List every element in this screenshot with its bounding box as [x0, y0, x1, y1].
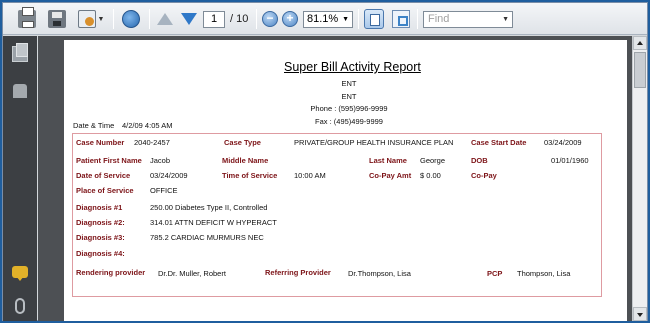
printer-icon — [18, 7, 36, 28]
toolbar-separator — [149, 9, 150, 29]
chevron-down-icon: ▼ — [502, 16, 509, 23]
date-of-service-label: Date of Service — [76, 171, 131, 180]
first-name-label: Patient First Name — [76, 156, 142, 165]
fax-line: Fax : (495)499-9999 — [315, 117, 383, 126]
find-input[interactable]: Find ▼ — [423, 11, 513, 28]
zoom-out-icon: − — [262, 11, 278, 27]
case-number-value: 2040-2457 — [134, 138, 170, 147]
copay-amt-value: $ 0.00 — [420, 171, 441, 180]
save-icon — [48, 10, 66, 28]
toolbar-separator — [113, 9, 114, 29]
globe-icon — [122, 10, 140, 28]
web-button[interactable] — [119, 8, 143, 30]
org-line-2: ENT — [341, 92, 357, 101]
attachment-icon[interactable] — [15, 298, 25, 314]
datetime-label: Date & Time — [73, 121, 115, 130]
diagnosis-2-value: 314.01 ATTN DEFICIT W HYPERACT — [150, 218, 277, 227]
scroll-thumb[interactable] — [634, 52, 646, 88]
case-start-label: Case Start Date — [471, 138, 527, 147]
page-total: / 10 — [230, 13, 249, 25]
copay-amt-label: Co-Pay Amt — [369, 171, 412, 180]
scroll-up-button[interactable] — [633, 36, 647, 50]
fit-page-button[interactable] — [362, 8, 386, 30]
diagnosis-1-label: Diagnosis #1 — [76, 203, 123, 212]
rendering-provider-value: Dr.Dr. Muller, Robert — [158, 269, 226, 278]
previous-page-button[interactable] — [155, 8, 175, 30]
zoom-select[interactable]: 81.1% ▼ — [303, 11, 353, 28]
zoom-out-button[interactable]: − — [261, 8, 279, 30]
date-of-service-value: 03/24/2009 — [150, 171, 188, 180]
fit-width-icon — [392, 10, 410, 28]
diagnosis-2-label: Diagnosis #2: — [76, 218, 125, 227]
comments-icon[interactable] — [12, 266, 28, 281]
dob-value: 01/01/1960 — [551, 156, 589, 165]
middle-name-label: Middle Name — [222, 156, 269, 165]
datetime-value: 4/2/09 4:05 AM — [122, 121, 173, 130]
last-name-label: Last Name — [369, 156, 407, 165]
next-page-button[interactable] — [179, 8, 199, 30]
diagnosis-3-value: 785.2 CARDIAC MURMURS NEC — [150, 233, 264, 242]
document-area: Super Bill Activity Report ENT ENT Phone… — [38, 36, 632, 321]
time-of-service-label: Time of Service — [222, 171, 278, 180]
diagnosis-3-label: Diagnosis #3: — [76, 233, 125, 242]
case-start-value: 03/24/2009 — [544, 138, 582, 147]
time-of-service-value: 10:00 AM — [294, 171, 326, 180]
find-placeholder: Find — [428, 13, 450, 25]
report-title: Super Bill Activity Report — [284, 60, 421, 74]
print-button[interactable] — [15, 7, 39, 30]
dob-label: DOB — [471, 156, 488, 165]
toolbar: ▼ 1 / 10 − + 81.1% ▼ Find ▼ — [3, 3, 647, 35]
next-page-icon — [181, 13, 197, 25]
referring-provider-label: Referring Provider — [265, 268, 331, 277]
export-icon — [77, 10, 96, 28]
case-type-value: PRIVATE/GROUP HEALTH INSURANCE PLAN — [294, 138, 454, 147]
scroll-down-button[interactable] — [633, 307, 647, 321]
phone-line: Phone : (595)996-9999 — [310, 104, 388, 113]
last-name-value: George — [420, 156, 446, 165]
toolbar-separator — [256, 9, 257, 29]
bookmarks-icon[interactable] — [13, 84, 27, 98]
pcp-value: Thompson, Lisa — [517, 269, 571, 278]
report-page: Super Bill Activity Report ENT ENT Phone… — [64, 40, 627, 321]
case-type-label: Case Type — [224, 138, 261, 147]
prev-page-icon — [157, 13, 173, 25]
page-number-input[interactable]: 1 — [203, 11, 225, 28]
place-of-service-label: Place of Service — [76, 186, 134, 195]
org-line-1: ENT — [341, 79, 357, 88]
zoom-in-button[interactable]: + — [281, 8, 299, 30]
save-button[interactable] — [45, 8, 69, 30]
pdf-viewer-window: ▼ 1 / 10 − + 81.1% ▼ Find ▼ Super Bill A… — [2, 2, 648, 321]
rendering-provider-label: Rendering provider — [76, 268, 146, 277]
place-of-service-value: OFFICE — [150, 186, 178, 195]
chevron-down-icon: ▼ — [342, 16, 349, 23]
toolbar-separator — [417, 9, 418, 29]
export-button[interactable]: ▼ — [75, 8, 107, 30]
fit-page-icon — [364, 9, 384, 29]
case-number-label: Case Number — [76, 138, 125, 147]
pcp-label: PCP — [487, 269, 503, 278]
diagnosis-1-value: 250.00 Diabetes Type II, Controlled — [150, 203, 268, 212]
vertical-scrollbar[interactable] — [632, 36, 647, 321]
navigation-panel — [3, 36, 37, 321]
fit-width-button[interactable] — [390, 8, 412, 30]
diagnosis-4-label: Diagnosis #4: — [76, 249, 125, 258]
copay-label: Co-Pay — [471, 171, 497, 180]
zoom-value: 81.1% — [307, 13, 339, 25]
first-name-value: Jacob — [150, 156, 171, 165]
pages-icon[interactable] — [12, 43, 28, 62]
chevron-down-icon: ▼ — [97, 15, 105, 23]
toolbar-separator — [358, 9, 359, 29]
referring-provider-value: Dr.Thompson, Lisa — [348, 269, 411, 278]
zoom-in-icon: + — [282, 11, 298, 27]
